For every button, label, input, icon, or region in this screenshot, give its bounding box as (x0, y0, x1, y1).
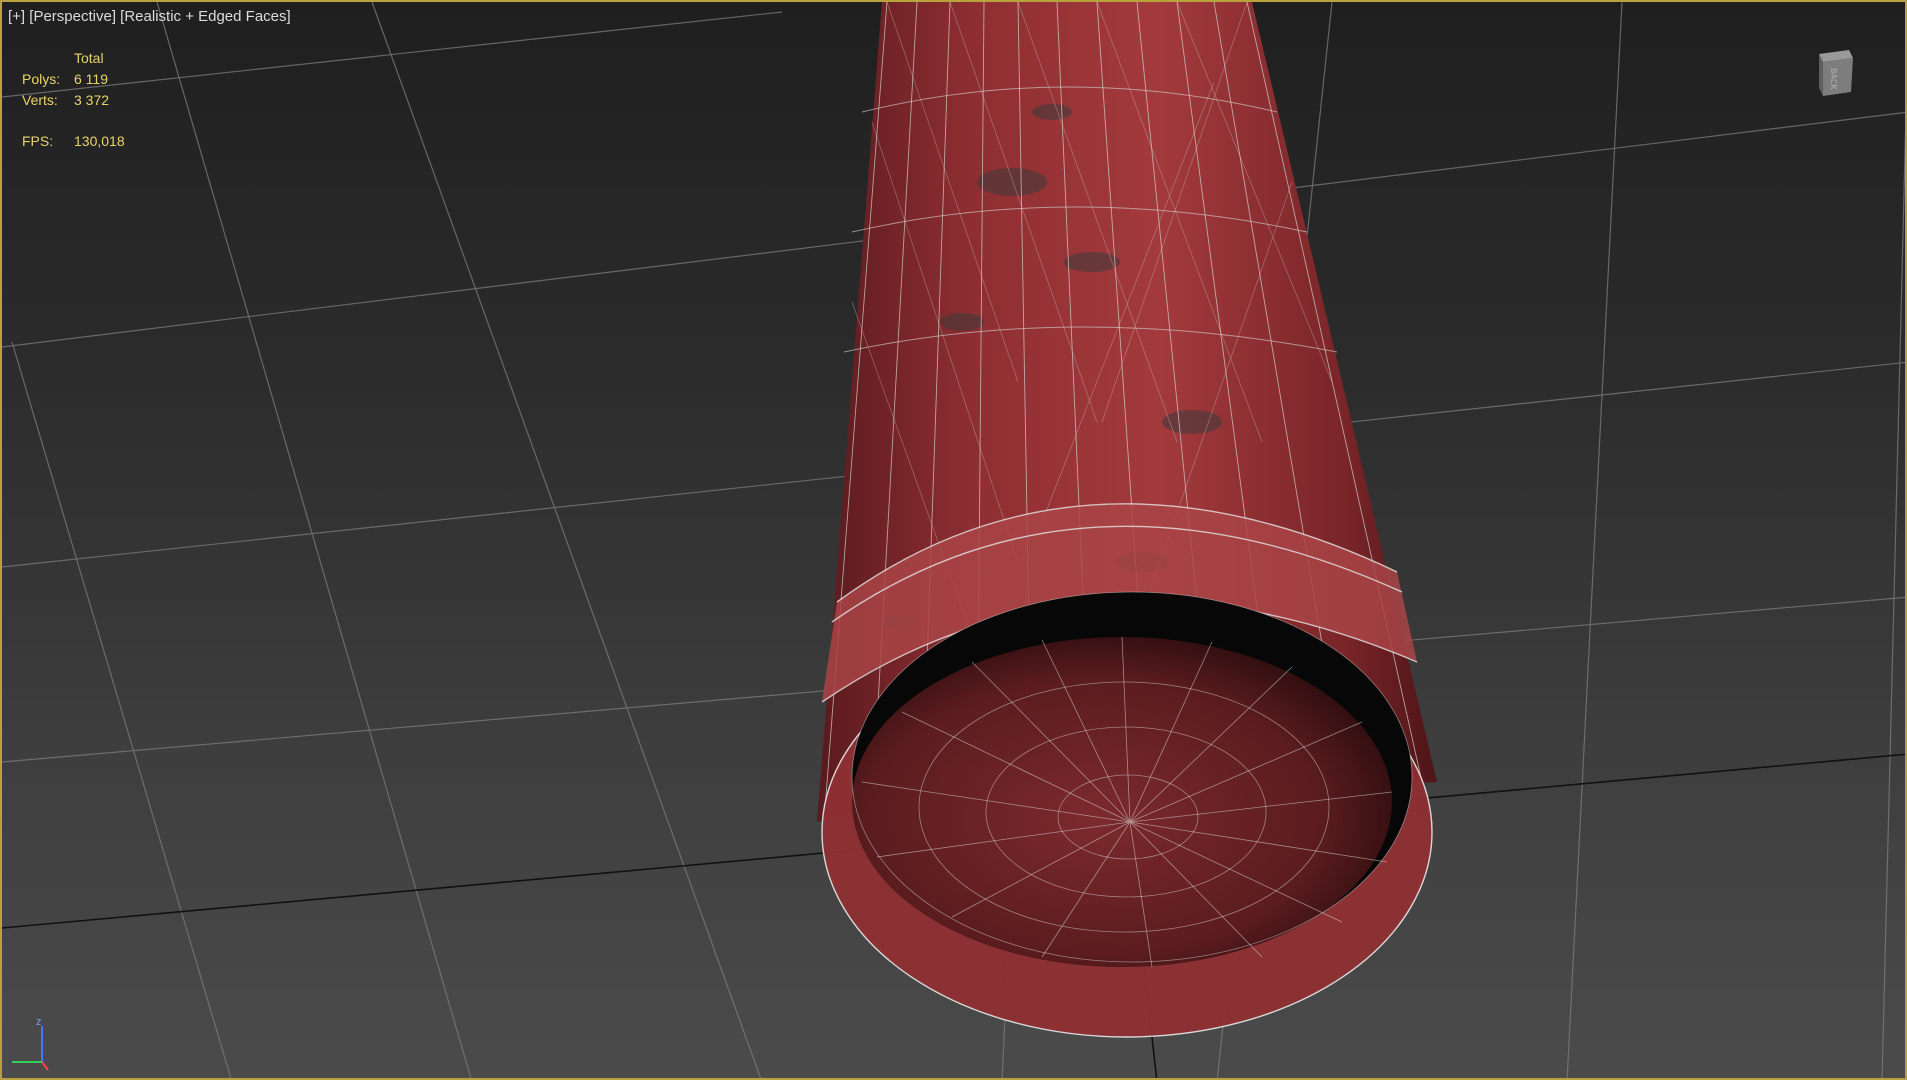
verts-label: Verts: (22, 92, 58, 108)
svg-text:BACK: BACK (1829, 68, 1838, 90)
verts-value: 3 372 (74, 92, 110, 108)
viewport-label: [+] [Perspective] [Realistic + Edged Fac… (8, 8, 291, 25)
shading-mode-button[interactable]: [Realistic + Edged Faces] (120, 8, 291, 25)
scene-statistics: Total Polys: 6 119 Verts: 3 372 FPS: 130… (22, 48, 125, 152)
polys-label: Polys: (22, 71, 61, 87)
view-name-button[interactable]: [Perspective] (29, 8, 116, 25)
perspective-viewport[interactable]: [+] [Perspective] [Realistic + Edged Fac… (0, 0, 1907, 1080)
axis-tripod-icon: z (6, 1016, 52, 1072)
fps-label: FPS: (22, 133, 54, 149)
viewport-menu-button[interactable]: [+] (8, 8, 25, 25)
scene-canvas[interactable] (2, 2, 1907, 1080)
stats-header: Total (74, 50, 104, 66)
fps-value: 130,018 (74, 133, 125, 149)
polys-value: 6 119 (74, 71, 108, 87)
viewcube-icon[interactable]: BACK (1813, 46, 1857, 100)
axis-z-label: z (36, 1016, 42, 1028)
cylinder-object (817, 2, 1437, 1038)
